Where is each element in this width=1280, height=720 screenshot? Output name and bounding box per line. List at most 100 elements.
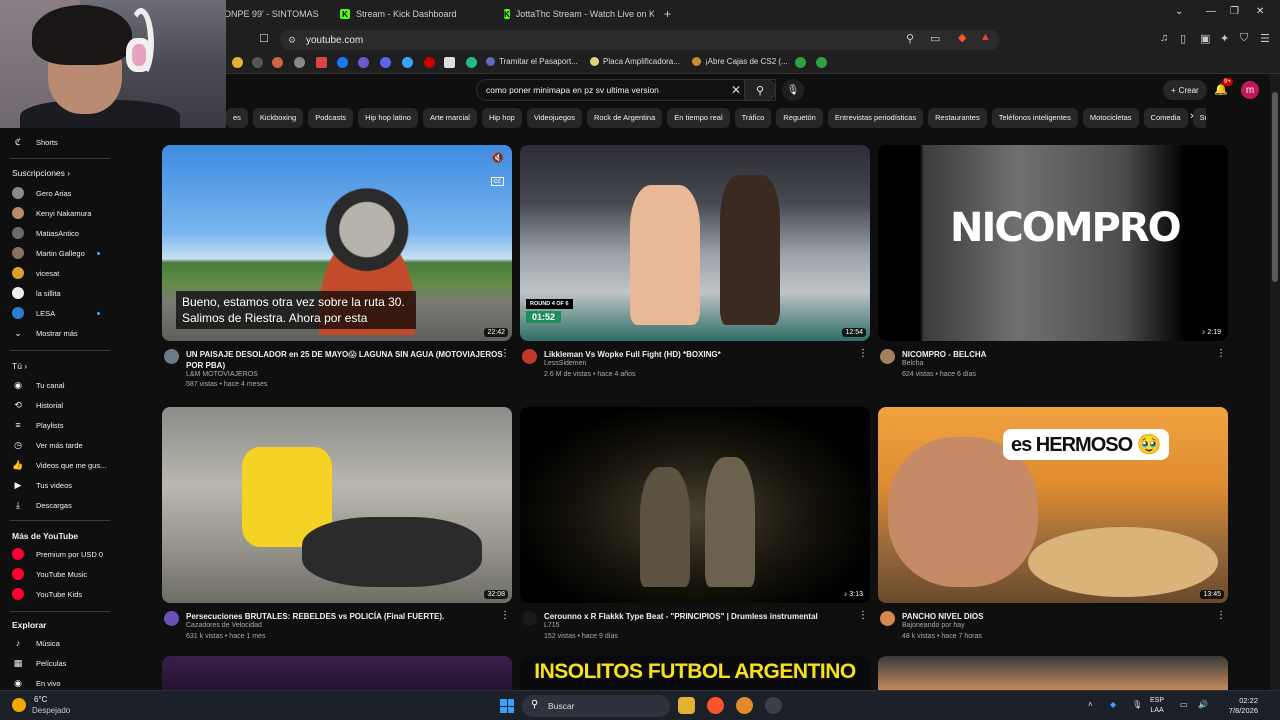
sidebar-item[interactable]: ◷ Ver más tarde bbox=[0, 435, 112, 455]
sidebar-item[interactable]: Kenyi Nakamura bbox=[0, 203, 112, 223]
sidebar-item[interactable]: ▶ Tus videos bbox=[0, 475, 112, 495]
chip[interactable]: Hip hop bbox=[481, 108, 522, 128]
search-input[interactable]: como poner minimapa en pz sv ultima vers… bbox=[476, 79, 776, 101]
channel-name[interactable]: LessSidemen bbox=[544, 360, 586, 367]
video-card[interactable]: Bueno, estamos otra vez sobre la ruta 30… bbox=[162, 145, 512, 395]
channel-name[interactable]: L&M MOTOVIAJEROS bbox=[186, 371, 258, 378]
channel-avatar[interactable] bbox=[880, 611, 895, 626]
sidebar-item[interactable]: MatiasAntico bbox=[0, 223, 112, 243]
mute-icon[interactable]: 🔇 bbox=[492, 153, 504, 164]
chip[interactable]: Podcasts bbox=[308, 108, 354, 128]
video-thumbnail[interactable]: ROUND 4 OF 6 01:52 12:54 bbox=[520, 145, 870, 341]
chip[interactable]: es bbox=[226, 108, 248, 128]
sidebar-item[interactable]: Premium por USD 0 bbox=[0, 544, 112, 564]
browser-tab-3[interactable]: K JottaThc Stream - Watch Live on Kick ✕ bbox=[504, 4, 654, 24]
app-icon[interactable] bbox=[736, 697, 753, 714]
chip[interactable]: Reguetón bbox=[776, 108, 823, 128]
chip[interactable]: Entrevistas periodísticas bbox=[827, 108, 924, 128]
vpn-icon[interactable]: ⛉ bbox=[1240, 32, 1248, 45]
search-page-icon[interactable]: ⚲ bbox=[906, 32, 914, 45]
discord-icon[interactable] bbox=[380, 57, 391, 68]
close-window-icon[interactable]: ✕ bbox=[1256, 6, 1264, 17]
scrollbar-thumb[interactable] bbox=[1272, 92, 1278, 282]
bookmark-item-3[interactable]: ¡Abre Cajas de CS2 (... bbox=[692, 57, 788, 66]
sidebar-item[interactable]: ▦ Películas bbox=[0, 653, 112, 673]
taskbar-search[interactable]: ⚲ Buscar bbox=[522, 695, 670, 717]
video-card[interactable]: 32:08 Persecuciones BRUTALES: REBELDES vs… bbox=[162, 407, 512, 657]
sidebar-item[interactable]: ≡ Playlists bbox=[0, 415, 112, 435]
channel-avatar[interactable] bbox=[164, 611, 179, 626]
sidebar-item[interactable]: Gero Arias bbox=[0, 183, 112, 203]
tray-overflow-icon[interactable]: ˄ bbox=[1088, 700, 1093, 709]
channel-avatar[interactable] bbox=[522, 349, 537, 364]
leo-icon[interactable]: ✦ bbox=[1220, 32, 1229, 45]
file-explorer-icon[interactable] bbox=[678, 697, 695, 714]
chip[interactable]: Hip hop latino bbox=[358, 108, 418, 128]
bookmark-favicon[interactable] bbox=[272, 57, 283, 68]
sidebar-item[interactable]: la sillita bbox=[0, 283, 112, 303]
captions-icon[interactable]: cc bbox=[491, 177, 504, 186]
bookmark-icon[interactable]: ☐ bbox=[259, 32, 269, 45]
volume-icon[interactable]: 🔊 bbox=[1198, 700, 1208, 709]
video-title[interactable]: NICOMPRO - BELCHA bbox=[902, 349, 1220, 360]
media-icon[interactable]: ♫ bbox=[1160, 32, 1168, 44]
sidebar-toggle-icon[interactable]: ▯ bbox=[1180, 32, 1186, 45]
video-thumbnail[interactable]: Bueno, estamos otra vez sobre la ruta 30… bbox=[162, 145, 512, 341]
chip[interactable]: Kickboxing bbox=[252, 108, 304, 128]
video-thumbnail[interactable]: 32:08 bbox=[162, 407, 512, 603]
chip[interactable]: Restaurantes bbox=[928, 108, 987, 128]
sidebar-item[interactable]: Martin Gallego bbox=[0, 243, 112, 263]
brave-rewards-icon[interactable]: ▲ bbox=[980, 31, 991, 43]
clear-search-icon[interactable]: ✕ bbox=[731, 83, 741, 97]
more-options-icon[interactable]: ⋮ bbox=[500, 348, 510, 359]
sidebar-item[interactable]: ◉ Tu canal bbox=[0, 375, 112, 395]
sidebar-item[interactable]: ♪ Música bbox=[0, 633, 112, 653]
more-options-icon[interactable]: ⋮ bbox=[1216, 348, 1226, 359]
mic-icon[interactable]: 🎙 bbox=[1132, 700, 1142, 709]
sidebar-item[interactable]: ⤓ Descargas bbox=[0, 495, 112, 515]
bookmark-favicon[interactable] bbox=[466, 57, 477, 68]
video-thumbnail[interactable]: NICOMPRO ♪ 2:19 bbox=[878, 145, 1228, 341]
page-scrollbar[interactable] bbox=[1270, 74, 1280, 690]
chip[interactable]: Rock de Argentina bbox=[586, 108, 663, 128]
channel-avatar[interactable] bbox=[880, 349, 895, 364]
tray-app-icon[interactable]: ◆ bbox=[1110, 700, 1116, 709]
chip[interactable]: Arte marcial bbox=[422, 108, 477, 128]
bookmark-favicon[interactable] bbox=[816, 57, 827, 68]
brave-shield-icon[interactable]: ◆ bbox=[958, 31, 966, 44]
chip[interactable]: Motocicletas bbox=[1082, 108, 1139, 128]
bookmark-favicon[interactable] bbox=[232, 57, 243, 68]
bookmark-favicon[interactable] bbox=[402, 57, 413, 68]
show-more-button[interactable]: ⌄ Mostrar más bbox=[0, 323, 112, 343]
channel-avatar[interactable] bbox=[164, 349, 179, 364]
browser-tab-1[interactable]: ONPE 99' - SINTOMAS (F... bbox=[224, 4, 320, 24]
chip[interactable]: Subidos recien bbox=[1192, 108, 1206, 128]
bookmark-favicon[interactable] bbox=[424, 57, 435, 68]
bookmark-favicon[interactable] bbox=[252, 57, 263, 68]
bookmark-favicon[interactable] bbox=[294, 57, 305, 68]
sidebar-item[interactable]: ⟲ Historial bbox=[0, 395, 112, 415]
sidebar-item[interactable]: YouTube Music bbox=[0, 564, 112, 584]
more-options-icon[interactable]: ⋮ bbox=[500, 610, 510, 621]
chip[interactable]: Comedia bbox=[1143, 108, 1188, 128]
maximize-icon[interactable]: ❐ bbox=[1230, 6, 1239, 17]
chip[interactable]: Teléfonos inteligentes bbox=[991, 108, 1078, 128]
bookmark-favicon[interactable] bbox=[795, 57, 806, 68]
bookmark-item-1[interactable]: Tramitar el Pasaport... bbox=[486, 57, 578, 66]
channel-name[interactable]: Cazadores de Velocidad bbox=[186, 622, 262, 629]
browser-tab-2[interactable]: K Stream - Kick Dashboard bbox=[340, 4, 490, 24]
search-button[interactable]: ⚲ bbox=[744, 79, 776, 101]
video-thumbnail[interactable] bbox=[162, 656, 512, 690]
windows-start-icon[interactable] bbox=[500, 699, 514, 713]
sidebar-item-shorts[interactable]: ℭ Shorts bbox=[0, 132, 112, 152]
bookmark-favicon[interactable] bbox=[444, 57, 455, 68]
video-title[interactable]: UN PAISAJE DESOLADOR en 25 DE MAYO😱 LAGU… bbox=[186, 349, 504, 371]
account-avatar[interactable]: m bbox=[1241, 81, 1259, 99]
you-heading[interactable]: Tú › bbox=[12, 361, 27, 371]
more-options-icon[interactable]: ⋮ bbox=[1216, 610, 1226, 621]
cast-icon[interactable]: ▭ bbox=[930, 32, 940, 45]
bookmark-item-2[interactable]: Placa Amplificadora... bbox=[590, 57, 680, 66]
video-title[interactable]: Likkleman Vs Wopke Full Fight (HD) *BOXI… bbox=[544, 349, 862, 360]
site-info-icon[interactable]: ⚙ bbox=[288, 35, 296, 46]
sidebar-item[interactable]: LESA bbox=[0, 303, 112, 323]
